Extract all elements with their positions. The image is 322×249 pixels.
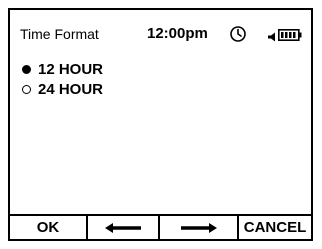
option-label: 12 HOUR: [38, 60, 104, 78]
radio-selected-icon[interactable]: [22, 64, 31, 74]
device-screen: Time Format 12:00pm 12 HOUR 24 HOUR OK C…: [8, 8, 313, 241]
speaker-icon: [267, 29, 277, 42]
left-arrow-icon: [105, 222, 141, 233]
ok-button[interactable]: OK: [8, 214, 88, 241]
clock-icon: [229, 25, 247, 43]
left-arrow-button[interactable]: [86, 214, 160, 241]
option-label: 24 HOUR: [38, 80, 104, 98]
radio-unselected-icon[interactable]: [22, 84, 31, 94]
softkey-bar: OK CANCEL: [8, 214, 313, 241]
right-arrow-button[interactable]: [158, 214, 239, 241]
right-arrow-icon: [180, 222, 217, 233]
option-12-hour[interactable]: 12 HOUR: [22, 60, 103, 78]
battery-icon: [278, 28, 302, 41]
cancel-button[interactable]: CANCEL: [237, 214, 313, 241]
screen-title: Time Format: [20, 26, 99, 42]
clock-time: 12:00pm: [147, 25, 208, 42]
option-24-hour[interactable]: 24 HOUR: [22, 80, 103, 98]
status-bar: Time Format 12:00pm: [10, 10, 311, 50]
